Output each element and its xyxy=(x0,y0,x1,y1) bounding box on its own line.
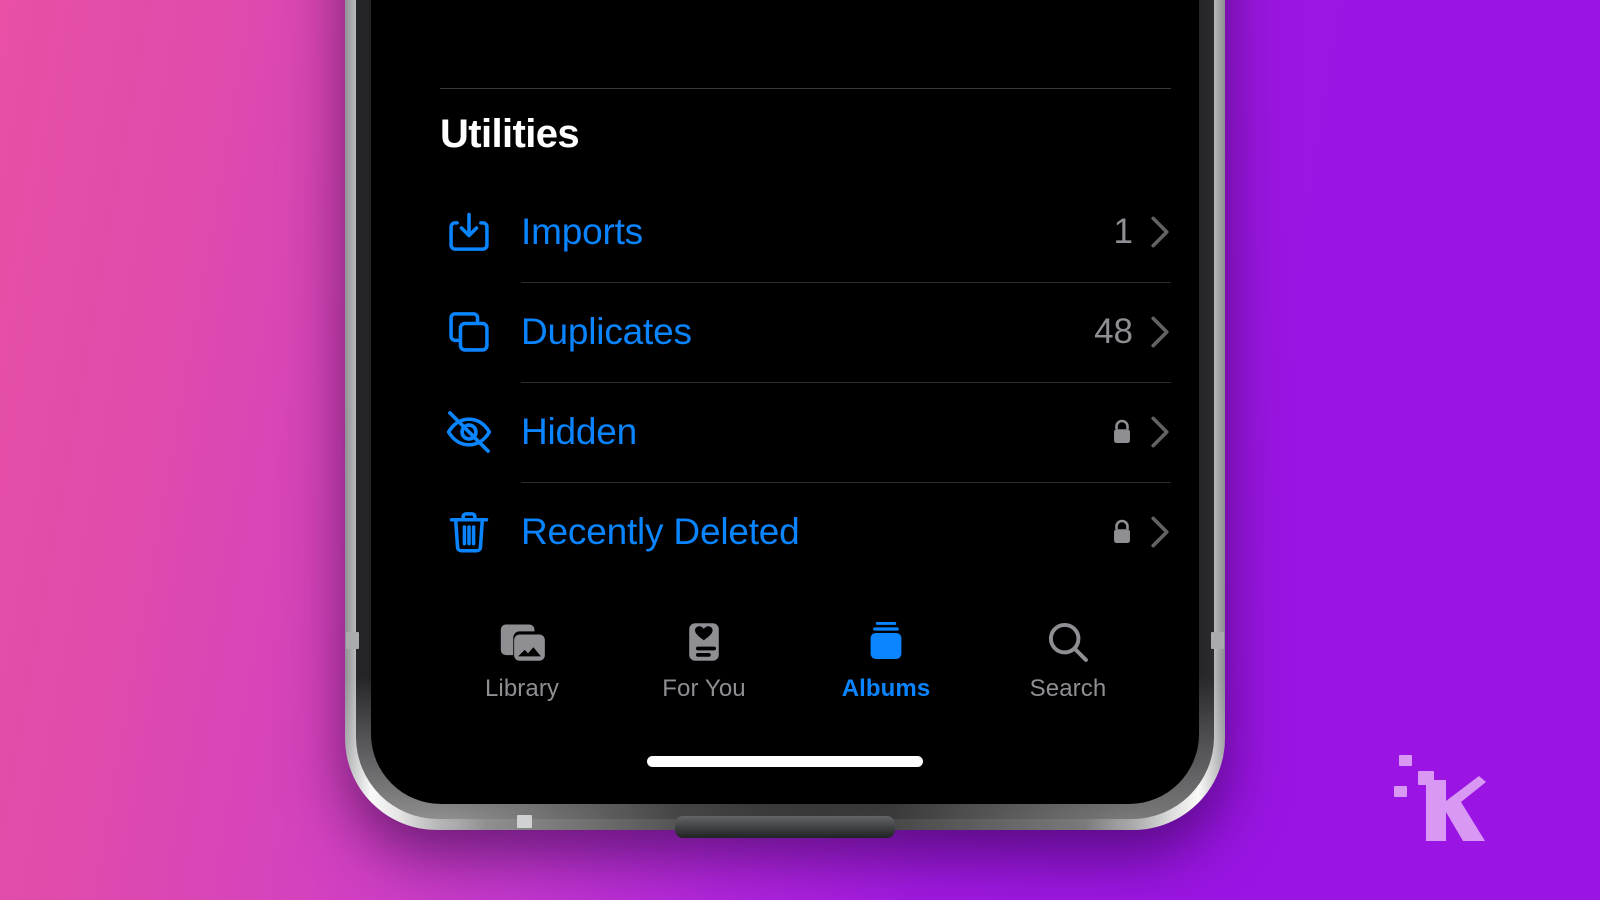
row-separator xyxy=(521,482,1171,483)
chevron-right-icon xyxy=(1151,416,1169,448)
eye-slash-icon xyxy=(440,403,498,461)
home-indicator[interactable] xyxy=(647,756,923,767)
section-title-utilities: Utilities xyxy=(440,112,580,156)
chevron-right-icon xyxy=(1151,316,1169,348)
tab-label: For You xyxy=(662,675,746,702)
duplicate-squares-icon xyxy=(440,303,498,361)
list-item-label: Recently Deleted xyxy=(521,511,800,552)
row-separator xyxy=(521,282,1171,283)
photos-app-screen: Utilities Imports 1 Duplicates 48 Hidden… xyxy=(371,0,1199,804)
tab-search[interactable]: Search xyxy=(977,618,1159,703)
trash-icon xyxy=(440,503,498,561)
lock-icon xyxy=(1114,419,1130,443)
tab-albums[interactable]: Albums xyxy=(795,618,977,703)
bottom-tab-bar: Library For You Albums Search xyxy=(431,618,1159,703)
item-count: 48 xyxy=(1094,312,1133,351)
list-item-accessory: 48 xyxy=(1094,312,1171,352)
antenna-band-right xyxy=(1211,632,1224,649)
list-item-recently-deleted[interactable]: Recently Deleted xyxy=(440,482,1171,582)
list-item-accessory xyxy=(1111,515,1171,549)
knowtechie-k-logo xyxy=(1394,755,1486,841)
tab-label: Library xyxy=(484,675,560,702)
list-item-hidden[interactable]: Hidden xyxy=(440,382,1171,482)
phone-screen: Utilities Imports 1 Duplicates 48 Hidden… xyxy=(371,0,1199,804)
antenna-band-left xyxy=(346,632,359,649)
albums-stack-icon xyxy=(862,618,910,666)
list-item-label: Imports xyxy=(521,211,643,252)
screenshot-stage: Utilities Imports 1 Duplicates 48 Hidden… xyxy=(0,0,1600,900)
top-hairline-separator xyxy=(440,88,1171,89)
list-item-accessory xyxy=(1111,415,1171,449)
chevron-right-icon xyxy=(1151,216,1169,248)
tab-label: Search xyxy=(1029,675,1107,702)
list-item-imports[interactable]: Imports 1 xyxy=(440,182,1171,282)
heart-card-icon xyxy=(680,618,728,666)
list-item-label: Duplicates xyxy=(521,311,692,352)
photo-stack-icon xyxy=(495,618,549,666)
row-separator xyxy=(521,382,1171,383)
list-item-duplicates[interactable]: Duplicates 48 xyxy=(440,282,1171,382)
antenna-band-bottom xyxy=(517,815,532,828)
phone-bottom-port xyxy=(675,816,895,838)
utilities-list: Imports 1 Duplicates 48 Hidden Recently … xyxy=(440,182,1171,582)
item-count: 1 xyxy=(1113,212,1133,251)
import-arrow-down-icon xyxy=(440,203,498,261)
magnifier-icon xyxy=(1043,618,1093,666)
lock-icon xyxy=(1114,519,1130,543)
tab-label: Albums xyxy=(841,675,931,702)
tab-for-you[interactable]: For You xyxy=(613,618,795,703)
phone-device-frame: Utilities Imports 1 Duplicates 48 Hidden… xyxy=(345,0,1225,838)
chevron-right-icon xyxy=(1151,516,1169,548)
list-item-accessory: 1 xyxy=(1114,212,1171,252)
list-item-label: Hidden xyxy=(521,411,638,452)
tab-library[interactable]: Library xyxy=(431,618,613,703)
